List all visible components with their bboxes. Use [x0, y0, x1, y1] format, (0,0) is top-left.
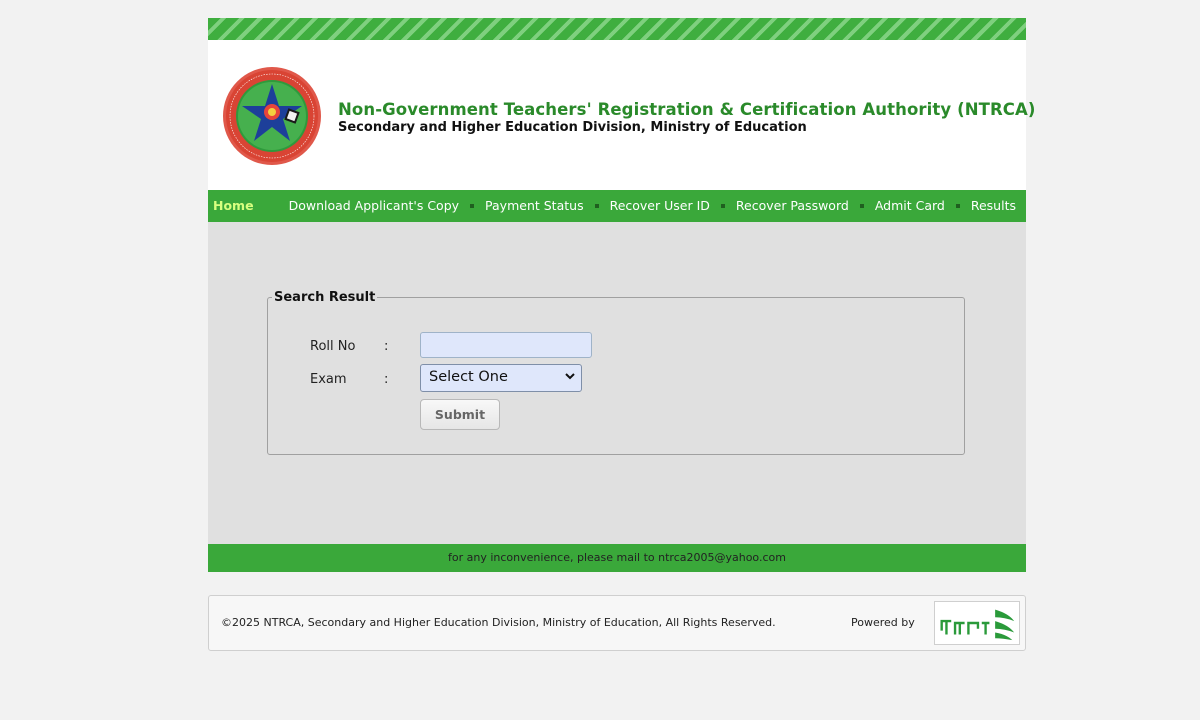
main-content: Search Result Roll No : Exam : Select On…: [208, 222, 1026, 544]
roll-no-input[interactable]: [420, 332, 592, 358]
exam-select-value: Select One: [429, 369, 508, 385]
exam-select[interactable]: Select One: [420, 364, 582, 392]
nav-separator: [955, 203, 960, 208]
nav-separator: [720, 203, 725, 208]
contact-notice: for any inconvenience, please mail to nt…: [208, 544, 1026, 572]
powered-by-label: Powered by: [851, 616, 915, 629]
site-title: Non-Government Teachers' Registration & …: [338, 100, 1036, 119]
nav-separator: [594, 203, 599, 208]
top-stripe: [208, 18, 1026, 40]
search-result-form: Search Result Roll No : Exam : Select On…: [267, 290, 965, 455]
main-nav: Home Download Applicant's Copy Payment S…: [208, 190, 1026, 222]
exam-colon: :: [384, 372, 389, 387]
nav-admit-card[interactable]: Admit Card: [875, 198, 945, 213]
roll-no-label: Roll No: [310, 339, 356, 354]
chevron-down-icon: [565, 373, 575, 380]
submit-button[interactable]: Submit: [420, 399, 500, 430]
roll-no-colon: :: [384, 339, 389, 354]
nav-download-applicants-copy[interactable]: Download Applicant's Copy: [289, 198, 459, 213]
nav-recover-password[interactable]: Recover Password: [736, 198, 849, 213]
teletalk-logo-icon[interactable]: [934, 601, 1020, 645]
page-container: Non-Government Teachers' Registration & …: [208, 18, 1035, 572]
nav-separator: [859, 203, 864, 208]
nav-recover-user-id[interactable]: Recover User ID: [610, 198, 710, 213]
nav-results[interactable]: Results: [971, 198, 1016, 213]
nav-home[interactable]: Home: [213, 198, 254, 213]
nav-separator: [470, 203, 475, 208]
site-subtitle: Secondary and Higher Education Division,…: [338, 120, 807, 135]
exam-label: Exam: [310, 372, 347, 387]
copyright-text: ©2025 NTRCA, Secondary and Higher Educat…: [221, 616, 776, 629]
nav-payment-status[interactable]: Payment Status: [485, 198, 584, 213]
site-header: Non-Government Teachers' Registration & …: [208, 40, 1035, 190]
copyright-box: ©2025 NTRCA, Secondary and Higher Educat…: [208, 595, 1026, 651]
ntrca-seal-icon: [223, 67, 321, 165]
search-result-legend: Search Result: [274, 290, 376, 305]
